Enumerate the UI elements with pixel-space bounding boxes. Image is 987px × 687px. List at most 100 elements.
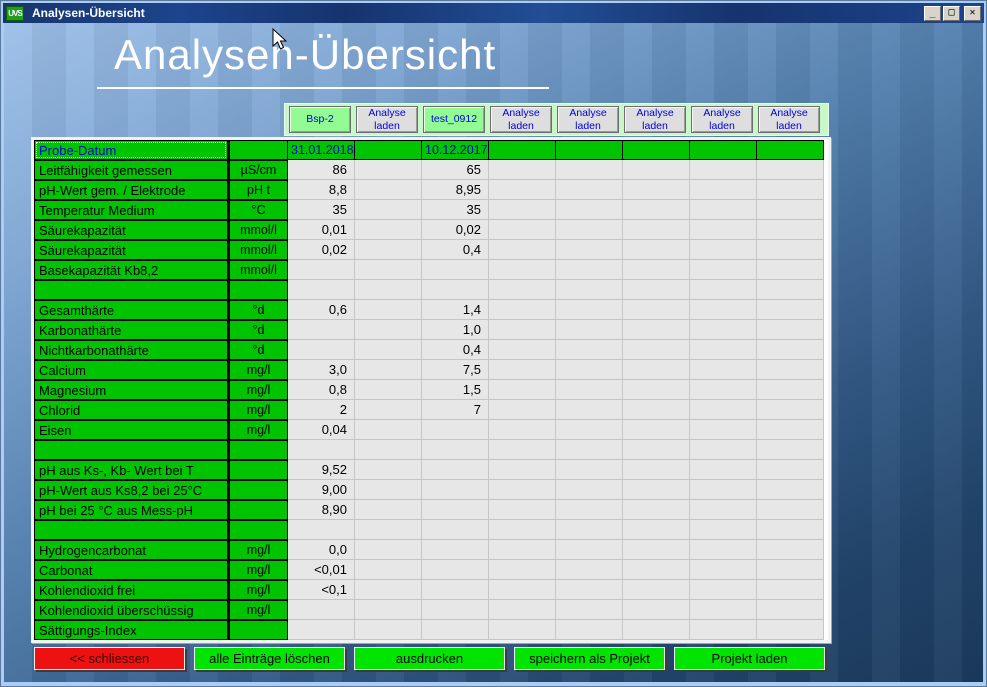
table-row: Säurekapazitätmmol/l0,010,02 xyxy=(34,220,828,240)
row-label: Kohlendioxid frei xyxy=(34,580,228,600)
table-row: Leitfähigkeit gemessenµS/cm8665 xyxy=(34,160,828,180)
close-button[interactable]: ✕ xyxy=(964,6,981,21)
value-cell: 0,4 xyxy=(422,240,489,260)
row-label: Hydrogencarbonat xyxy=(34,540,228,560)
value-cell xyxy=(623,160,690,180)
value-cell xyxy=(355,440,422,460)
load-analysis-button[interactable]: Analyse laden xyxy=(758,106,820,133)
table-row: Hydrogencarbonatmg/l0,0 xyxy=(34,540,828,560)
value-cell: 1,5 xyxy=(422,380,489,400)
value-cell xyxy=(355,340,422,360)
value-cell xyxy=(690,320,757,340)
table-row: Basekapazität Kb8,2mmol/l xyxy=(34,260,828,280)
load-analysis-button[interactable]: Analyse laden xyxy=(691,106,753,133)
analysis-slot-button-Bsp-2[interactable]: Bsp-2 xyxy=(289,106,351,133)
value-cell xyxy=(556,160,623,180)
table-row: Nichtkarbonathärte°d0,4 xyxy=(34,340,828,360)
value-cell xyxy=(690,460,757,480)
table-row: Temperatur Medium°C3535 xyxy=(34,200,828,220)
load-analysis-button[interactable]: Analyse laden xyxy=(490,106,552,133)
table-row: Calciummg/l3,07,5 xyxy=(34,360,828,380)
value-cell: 0,02 xyxy=(422,220,489,240)
analysis-slot-button-test_0912[interactable]: test_0912 xyxy=(423,106,485,133)
value-cell: 10.12.2017 xyxy=(422,140,489,160)
value-cell xyxy=(556,180,623,200)
table-row: Chloridmg/l27 xyxy=(34,400,828,420)
delete-all-entries-button[interactable]: alle Einträge löschen xyxy=(194,647,345,670)
value-cell xyxy=(757,620,824,640)
row-unit: mg/l xyxy=(228,400,288,420)
value-cell: 35 xyxy=(288,200,355,220)
save-as-project-button[interactable]: speichern als Projekt xyxy=(514,647,665,670)
value-cell xyxy=(690,620,757,640)
value-cell xyxy=(690,160,757,180)
value-cell xyxy=(690,340,757,360)
value-cell xyxy=(556,300,623,320)
value-cell xyxy=(489,420,556,440)
value-cell xyxy=(623,460,690,480)
value-cell xyxy=(288,520,355,540)
row-label: Säurekapazität xyxy=(34,240,228,260)
value-cell: 0,0 xyxy=(288,540,355,560)
value-cell xyxy=(690,540,757,560)
value-cell xyxy=(288,620,355,640)
value-cell xyxy=(757,520,824,540)
value-cell: 65 xyxy=(422,160,489,180)
value-cell xyxy=(288,260,355,280)
row-unit: mmol/l xyxy=(228,220,288,240)
value-cell xyxy=(757,200,824,220)
value-cell xyxy=(690,420,757,440)
load-analysis-button[interactable]: Analyse laden xyxy=(557,106,619,133)
table-row xyxy=(34,280,828,300)
minimize-button[interactable]: _ xyxy=(924,6,941,21)
value-cell xyxy=(690,380,757,400)
load-analysis-button[interactable]: Analyse laden xyxy=(356,106,418,133)
value-cell xyxy=(556,460,623,480)
value-cell xyxy=(355,400,422,420)
value-cell xyxy=(556,280,623,300)
value-cell xyxy=(690,300,757,320)
value-cell xyxy=(355,360,422,380)
value-cell xyxy=(556,220,623,240)
value-cell xyxy=(489,540,556,560)
value-cell xyxy=(757,420,824,440)
value-cell xyxy=(757,440,824,460)
maximize-button[interactable]: □ xyxy=(943,6,960,21)
value-cell xyxy=(623,340,690,360)
close-view-button[interactable]: << schliessen xyxy=(34,647,185,670)
row-unit: °C xyxy=(228,200,288,220)
row-label[interactable]: Probe-Datum xyxy=(34,140,228,160)
value-cell xyxy=(489,340,556,360)
value-cell xyxy=(690,560,757,580)
row-unit xyxy=(228,520,288,540)
value-cell xyxy=(489,560,556,580)
load-project-button[interactable]: Projekt laden xyxy=(674,647,825,670)
value-cell xyxy=(422,600,489,620)
value-cell xyxy=(690,520,757,540)
value-cell xyxy=(757,540,824,560)
table-row: Gesamthärte°d0,61,4 xyxy=(34,300,828,320)
value-cell xyxy=(757,180,824,200)
value-cell xyxy=(556,440,623,460)
analysis-table: Probe-Datum 31.01.2018 10.12.2017Leitfähig… xyxy=(31,137,831,643)
value-cell xyxy=(355,220,422,240)
value-cell xyxy=(556,480,623,500)
value-cell xyxy=(690,200,757,220)
row-unit: pH t xyxy=(228,180,288,200)
value-cell xyxy=(355,240,422,260)
value-cell xyxy=(690,220,757,240)
value-cell xyxy=(288,440,355,460)
value-cell: 31.01.2018 xyxy=(288,140,355,160)
value-cell xyxy=(690,500,757,520)
value-cell xyxy=(422,560,489,580)
title-bar: UVS Analysen-Übersicht _ □ ✕ xyxy=(3,3,984,23)
value-cell xyxy=(556,260,623,280)
print-button[interactable]: ausdrucken xyxy=(354,647,505,670)
table-row: Eisenmg/l0,04 xyxy=(34,420,828,440)
value-cell xyxy=(690,360,757,380)
value-cell: 1,0 xyxy=(422,320,489,340)
load-analysis-button[interactable]: Analyse laden xyxy=(624,106,686,133)
value-cell: 7,5 xyxy=(422,360,489,380)
row-unit: °d xyxy=(228,320,288,340)
value-cell xyxy=(355,280,422,300)
